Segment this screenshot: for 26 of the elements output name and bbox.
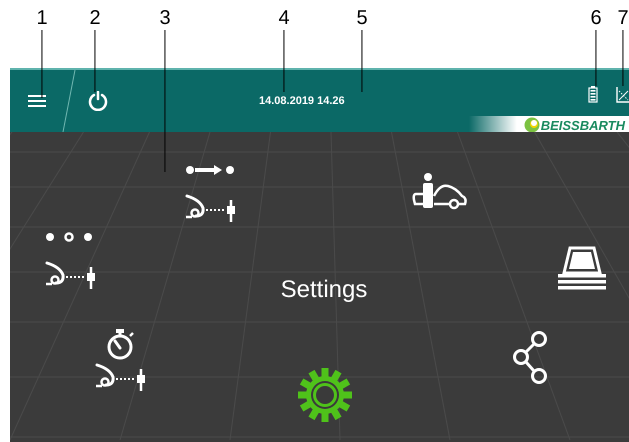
power-icon [88,91,108,111]
tray-stack-icon [556,245,608,291]
carousel-item[interactable] [556,245,608,291]
header-divider [62,70,76,132]
date-time: 14.08.2019 14.26 [259,94,345,109]
power-button[interactable] [87,90,109,112]
callout-number: 3 [159,6,171,30]
callout-number: 6 [590,6,602,30]
carousel-title: Settings [280,275,368,305]
callout-number: 5 [356,6,368,30]
callout-number: 4 [278,6,290,30]
chart-icon [616,86,629,102]
leader-line [595,30,597,86]
leader-line [622,30,624,86]
leader-line [94,30,96,92]
logo-text: BEISSBARTH [540,118,625,132]
callout-number: 2 [89,6,101,30]
leader-line [283,30,285,92]
gear-icon [297,367,353,423]
leader-line [361,30,363,92]
battery-icon [588,86,598,102]
callout-number: 7 [617,6,629,30]
carousel-item[interactable] [297,367,353,423]
callout-number: 1 [36,6,48,30]
logo-icon [524,117,540,133]
leader-line [41,30,43,98]
